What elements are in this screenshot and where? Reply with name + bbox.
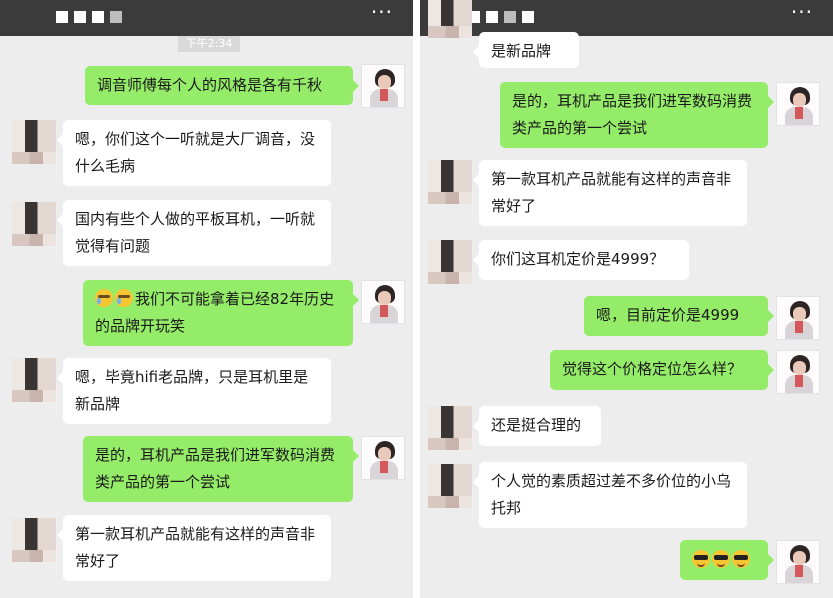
timestamp: 下午2:34 bbox=[178, 36, 240, 52]
contact-avatar[interactable] bbox=[428, 160, 472, 204]
crying-face-icon bbox=[115, 289, 133, 307]
message-bubble-outgoing[interactable]: 调音师傅每个人的风格是各有千秋 bbox=[85, 66, 359, 105]
message-bubble-incoming[interactable]: 第一款耳机产品就能有这样的声音非常好了 bbox=[473, 160, 747, 226]
chat-panel-left: ··· 下午2:34 调音师傅每个人的风格是各有千秋 嗯，你们这个一听就是大厂调… bbox=[0, 0, 413, 598]
message-bubble-outgoing[interactable]: 我们不可能拿着已经82年历史的品牌开玩笑 bbox=[83, 280, 359, 346]
my-avatar[interactable] bbox=[361, 280, 405, 324]
contact-avatar[interactable] bbox=[12, 202, 56, 246]
my-avatar[interactable] bbox=[776, 296, 820, 340]
my-avatar[interactable] bbox=[776, 82, 820, 126]
message-bubble-outgoing[interactable]: 嗯，目前定价是4999 bbox=[584, 296, 774, 336]
more-options-icon[interactable]: ··· bbox=[791, 2, 813, 22]
my-avatar[interactable] bbox=[361, 436, 405, 480]
my-avatar[interactable] bbox=[776, 350, 820, 394]
contact-avatar[interactable] bbox=[428, 406, 472, 450]
message-bubble-incoming[interactable]: 国内有些个人做的平板耳机，一听就觉得有问题 bbox=[57, 200, 331, 266]
sunglasses-face-icon bbox=[712, 550, 730, 568]
message-bubble-incoming[interactable]: 是新品牌 bbox=[473, 32, 579, 68]
message-bubble-incoming[interactable]: 你们这耳机定价是4999？ bbox=[473, 240, 689, 280]
contact-name-redacted bbox=[56, 11, 122, 23]
more-options-icon[interactable]: ··· bbox=[371, 2, 393, 22]
message-bubble-outgoing[interactable]: 觉得这个价格定位怎么样？ bbox=[550, 350, 774, 390]
contact-avatar[interactable] bbox=[428, 0, 472, 38]
contact-avatar[interactable] bbox=[428, 464, 472, 508]
sunglasses-face-icon bbox=[732, 550, 750, 568]
message-bubble-outgoing[interactable]: 是的，耳机产品是我们进军数码消费类产品的第一个尝试 bbox=[500, 82, 774, 148]
my-avatar[interactable] bbox=[361, 64, 405, 108]
message-bubble-incoming[interactable]: 嗯，毕竟hifi老品牌，只是耳机里是新品牌 bbox=[57, 358, 331, 424]
message-bubble-incoming[interactable]: 还是挺合理的 bbox=[473, 406, 601, 446]
contact-avatar[interactable] bbox=[12, 120, 56, 164]
message-bubble-outgoing[interactable] bbox=[680, 540, 774, 580]
message-bubble-incoming[interactable]: 第一款耳机产品就能有这样的声音非常好了 bbox=[57, 515, 331, 581]
sunglasses-face-icon bbox=[692, 550, 710, 568]
message-bubble-outgoing[interactable]: 是的，耳机产品是我们进军数码消费类产品的第一个尝试 bbox=[83, 436, 359, 502]
contact-avatar[interactable] bbox=[428, 240, 472, 284]
contact-avatar[interactable] bbox=[12, 358, 56, 402]
title-bar: ··· bbox=[0, 0, 413, 36]
crying-face-icon bbox=[95, 289, 113, 307]
chat-panel-right: ‹ ··· 是新品牌 是的，耳机产品是我们进军数码消费类产品的第一个尝试 第一款… bbox=[420, 0, 833, 598]
message-bubble-incoming[interactable]: 嗯，你们这个一听就是大厂调音，没什么毛病 bbox=[57, 120, 331, 186]
my-avatar[interactable] bbox=[776, 540, 820, 584]
title-bar: ‹ ··· bbox=[420, 0, 833, 36]
message-bubble-incoming[interactable]: 个人觉的素质超过差不多价位的小乌托邦 bbox=[473, 462, 747, 528]
contact-name-redacted bbox=[468, 11, 534, 23]
contact-avatar[interactable] bbox=[12, 518, 56, 562]
